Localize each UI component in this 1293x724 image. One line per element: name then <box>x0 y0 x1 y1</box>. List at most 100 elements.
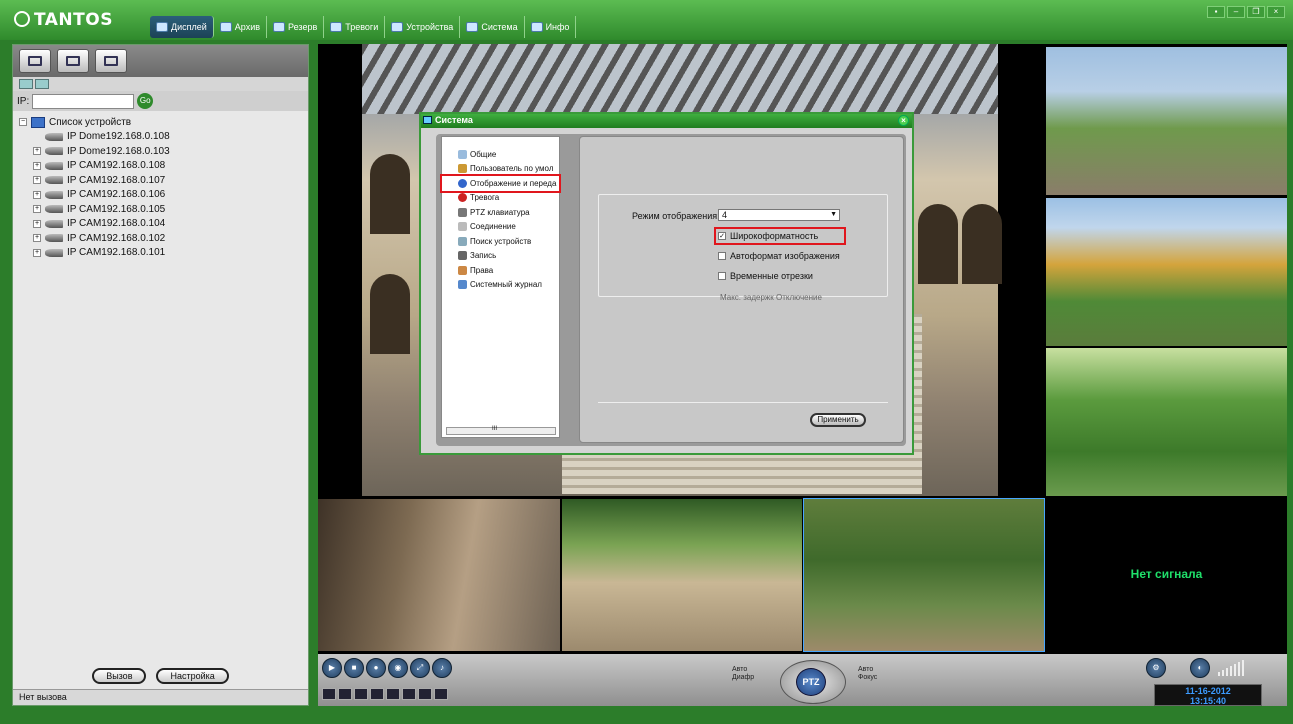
menu-devices[interactable]: Устройства <box>385 16 461 38</box>
device-item[interactable]: + IP CAM192.168.0.107 <box>19 173 302 188</box>
expand-icon[interactable]: + <box>33 176 41 185</box>
apply-button[interactable]: Применить <box>810 413 866 427</box>
search-icon <box>458 236 467 246</box>
layout-8-button[interactable] <box>370 688 384 700</box>
expand-icon[interactable]: + <box>33 190 41 199</box>
restore-button[interactable]: ❐ <box>1247 6 1265 18</box>
auto-aspect-option[interactable]: Автоформат изображения <box>718 251 840 261</box>
time-segments-checkbox[interactable] <box>718 272 726 280</box>
user-icon <box>458 164 467 174</box>
menu-backup[interactable]: Резерв <box>267 16 325 38</box>
expand-icon[interactable]: + <box>33 248 41 257</box>
video-tile-empty[interactable]: Нет сигнала <box>1046 499 1287 651</box>
video-tile-corridor[interactable] <box>318 499 560 651</box>
video-tile-garden[interactable] <box>1046 348 1287 496</box>
widescreen-option[interactable]: ✓ Широкоформатность <box>714 227 846 245</box>
menu-archive[interactable]: Архив <box>214 16 267 38</box>
log-icon <box>458 280 467 290</box>
backup-icon <box>273 22 285 32</box>
tab-devices[interactable] <box>19 79 33 89</box>
display-mode-select[interactable]: 4 ▼ <box>718 209 840 221</box>
tree-item-connection[interactable]: Соединение <box>442 220 559 235</box>
video-tile-park[interactable] <box>1046 198 1287 346</box>
monitor-icon <box>28 56 42 66</box>
device-item[interactable]: + IP CAM192.168.0.101 <box>19 246 302 261</box>
device-item[interactable]: + IP CAM192.168.0.106 <box>19 188 302 203</box>
tab-groups[interactable] <box>35 79 49 89</box>
clock-display: 11-16-2012 13:15:40 <box>1154 684 1262 706</box>
tree-item-device-search[interactable]: Поиск устройств <box>442 234 559 249</box>
dialog-close-button[interactable]: × <box>898 115 909 126</box>
tree-root[interactable]: − Список устройств <box>19 115 302 130</box>
video-tile-playground[interactable] <box>1046 47 1287 195</box>
volume-icon[interactable]: ◐ <box>1190 658 1210 678</box>
tree-item-alarm[interactable]: Тревога <box>442 191 559 206</box>
layout-custom-button[interactable] <box>418 688 432 700</box>
arch-window <box>370 154 410 234</box>
snapshot-button[interactable]: ◉ <box>388 658 408 678</box>
expand-icon[interactable]: + <box>33 147 41 156</box>
ip-input[interactable] <box>32 93 135 109</box>
lock-button[interactable]: ▪ <box>1207 6 1225 18</box>
tree-item-default-user[interactable]: Пользователь по умол <box>442 162 559 177</box>
go-button[interactable]: Go <box>137 93 154 109</box>
tree-item-system-log[interactable]: Системный журнал <box>442 278 559 293</box>
tree-item-general[interactable]: Общие <box>442 147 559 162</box>
ptz-center-button[interactable]: PTZ <box>796 668 826 696</box>
expand-icon[interactable]: + <box>33 161 41 170</box>
device-item[interactable]: + IP CAM192.168.0.108 <box>19 159 302 174</box>
tree-item-display[interactable]: Отображение и переда <box>440 174 561 193</box>
tree-item-record[interactable]: Запись <box>442 249 559 264</box>
device-item[interactable]: + IP CAM192.168.0.105 <box>19 202 302 217</box>
play-button[interactable]: ▶ <box>322 658 342 678</box>
monitor-button-3[interactable] <box>95 49 127 73</box>
device-item[interactable]: + IP Dome192.168.0.103 <box>19 144 302 159</box>
ip-label: IP: <box>17 95 30 107</box>
device-item[interactable]: + IP CAM192.168.0.102 <box>19 231 302 246</box>
collapse-icon[interactable]: − <box>19 118 27 127</box>
layout-toolbar <box>13 45 308 77</box>
monitor-button-2[interactable] <box>57 49 89 73</box>
device-item[interactable]: + IP CAM192.168.0.104 <box>19 217 302 232</box>
close-button[interactable]: × <box>1267 6 1285 18</box>
video-tile-yard[interactable] <box>803 498 1045 652</box>
expand-icon[interactable]: + <box>33 205 41 214</box>
menu-display[interactable]: Дисплей <box>150 16 214 38</box>
expand-icon[interactable]: + <box>33 219 41 228</box>
rights-icon <box>458 265 467 275</box>
auto-aspect-checkbox[interactable] <box>718 252 726 260</box>
settings-button[interactable]: Настройка <box>156 668 229 684</box>
arch-window <box>962 204 1002 284</box>
audio-button[interactable]: ♪ <box>432 658 452 678</box>
stop-button[interactable]: ■ <box>344 658 364 678</box>
auto-aperture-label: Авто Диафр <box>732 666 755 681</box>
monitor-icon <box>31 116 45 128</box>
video-tile-courtyard[interactable] <box>562 499 802 651</box>
device-item[interactable]: IP Dome192.168.0.108 <box>19 130 302 145</box>
call-button[interactable]: Вызов <box>92 668 147 684</box>
layout-next-button[interactable] <box>434 688 448 700</box>
tree-item-ptz-keyboard[interactable]: PTZ клавиатура <box>442 205 559 220</box>
tree-horizontal-scrollbar[interactable]: III <box>446 426 556 435</box>
tree-item-rights[interactable]: Права <box>442 263 559 278</box>
record-button[interactable]: ● <box>366 658 386 678</box>
monitor-button-1[interactable] <box>19 49 51 73</box>
panel-tabs <box>13 77 308 91</box>
widescreen-checkbox[interactable]: ✓ <box>718 232 726 240</box>
layout-16-button[interactable] <box>402 688 416 700</box>
menu-alarms[interactable]: Тревоги <box>324 16 386 38</box>
minimize-button[interactable]: – <box>1227 6 1245 18</box>
expand-icon[interactable]: + <box>33 234 41 243</box>
gear-icon[interactable]: ⚙ <box>1146 658 1166 678</box>
divider <box>598 402 888 403</box>
menu-system[interactable]: Система <box>460 16 525 38</box>
camera-icon <box>45 147 63 156</box>
time-segments-option[interactable]: Временные отрезки <box>718 271 813 281</box>
layout-1-button[interactable] <box>322 688 336 700</box>
fullscreen-button[interactable]: ⤢ <box>410 658 430 678</box>
layout-9-button[interactable] <box>386 688 400 700</box>
layout-4-button[interactable] <box>338 688 352 700</box>
layout-6-button[interactable] <box>354 688 368 700</box>
menu-info[interactable]: Инфо <box>525 16 577 38</box>
camera-icon <box>45 219 63 228</box>
